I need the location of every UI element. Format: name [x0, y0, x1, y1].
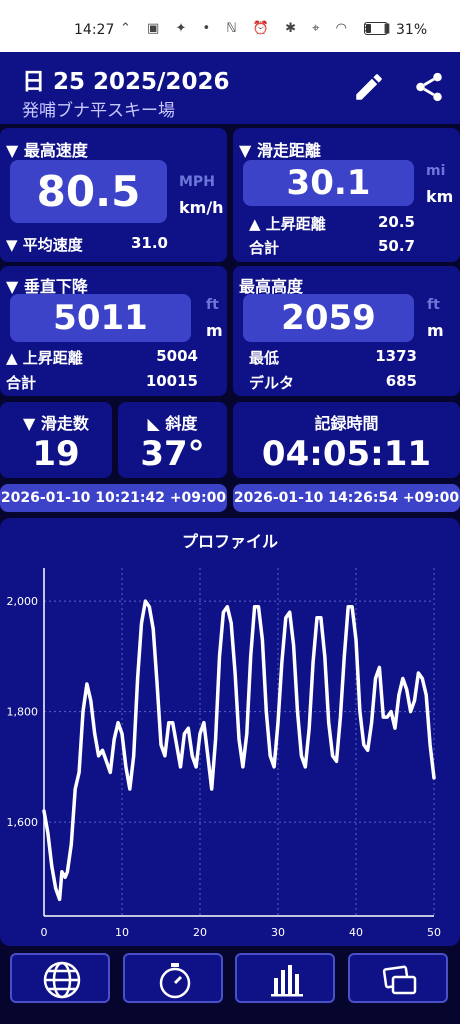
- ascent-label: ▲ 上昇距離: [249, 215, 326, 233]
- y-tick-label: 2,000: [7, 595, 39, 608]
- battery-percent: 31%: [396, 22, 428, 38]
- resort-name: 発哺ブナ平スキー場: [22, 101, 175, 121]
- avg-speed-label: ▼ 平均速度: [6, 236, 83, 254]
- slope-label: ◣ 斜度: [147, 414, 198, 433]
- vertical-descent-card[interactable]: ▼ 垂直下降 5011 ft m ▲ 上昇距離 5004 合計 10015: [0, 266, 227, 396]
- x-tick-label: 40: [349, 926, 363, 939]
- status-bar: 14:27 ⌃ ▣ ✦ • ℕ ⏰ ✱ ⌖ ◠ ⁝ ▮ 31%: [0, 0, 460, 52]
- vertical-ascent-label: ▲ 上昇距離: [6, 349, 83, 367]
- x-tick-label: 0: [41, 926, 48, 939]
- delta-label: デルタ: [249, 374, 295, 392]
- share-icon[interactable]: [412, 70, 446, 104]
- max-speed-card[interactable]: ▼ 最高速度 80.5 MPH km/h ▼ 平均速度 31.0: [0, 128, 227, 262]
- min-altitude-label: 最低: [249, 349, 280, 367]
- vertical-total-value: 10015: [145, 372, 198, 390]
- bar-chart-icon: [271, 965, 303, 997]
- unit-m[interactable]: m: [206, 321, 223, 340]
- y-tick-label: 1,600: [7, 816, 39, 829]
- avg-speed-value: 31.0: [130, 234, 168, 252]
- photos-button[interactable]: [348, 953, 448, 1003]
- vertical-descent-value: 5011: [10, 294, 191, 342]
- x-tick-label: 10: [115, 926, 129, 939]
- y-tick-label: 1,800: [7, 706, 39, 719]
- vertical-total-label: 合計: [6, 374, 37, 392]
- stats-button[interactable]: [235, 953, 335, 1003]
- x-tick-label: 20: [193, 926, 207, 939]
- unit-km[interactable]: km: [426, 187, 453, 206]
- unit-mi[interactable]: mi: [426, 163, 445, 179]
- status-time: 14:27: [74, 22, 115, 38]
- unit-ft[interactable]: ft: [427, 297, 440, 313]
- unit-m[interactable]: m: [427, 321, 444, 340]
- max-altitude-value: 2059: [243, 294, 414, 342]
- unit-mph[interactable]: MPH: [179, 174, 215, 190]
- runs-value: 19: [32, 434, 80, 474]
- record-time-label: 記録時間: [314, 414, 379, 433]
- start-time: 2026-01-10 10:21:42 +09:00: [0, 484, 227, 512]
- pencil-icon[interactable]: [352, 70, 386, 104]
- session-title: 日 25 2025/2026: [22, 69, 230, 95]
- total-value: 50.7: [377, 237, 415, 255]
- map-button[interactable]: [10, 953, 110, 1003]
- status-icons: ⌃ ▣ ✦ • ℕ ⏰ ✱ ⌖ ◠ ⁝ ▮: [120, 21, 397, 36]
- record-time-card[interactable]: 記録時間 04:05:11: [233, 402, 460, 478]
- profile-chart[interactable]: 0 10 20 30 40 50 1,600 1,800 2,000: [0, 518, 460, 946]
- vertical-ascent-value: 5004: [156, 347, 198, 365]
- profile-chart-card[interactable]: プロファイル 0 10 20 30 40 50 1,600 1,800 2,000: [0, 518, 460, 946]
- unit-kmh[interactable]: km/h: [179, 198, 224, 217]
- slope-card[interactable]: ◣ 斜度 37°: [118, 402, 227, 478]
- globe-icon: [43, 961, 81, 999]
- runs-card[interactable]: ▼ 滑走数 19: [0, 402, 112, 478]
- x-tick-label: 50: [427, 926, 441, 939]
- tracking-button[interactable]: [123, 953, 223, 1003]
- unit-ft[interactable]: ft: [206, 297, 219, 313]
- total-label: 合計: [249, 239, 280, 257]
- run-distance-value: 30.1: [243, 160, 414, 206]
- runs-label: ▼ 滑走数: [23, 414, 89, 433]
- battery-icon: [364, 22, 388, 35]
- run-distance-label: ▼ 滑走距離: [239, 141, 321, 160]
- ascent-value: 20.5: [377, 213, 415, 231]
- delta-value: 685: [385, 372, 417, 390]
- record-time-value: 04:05:11: [261, 434, 432, 474]
- max-speed-value: 80.5: [10, 160, 167, 223]
- max-altitude-card[interactable]: 最高高度 2059 ft m 最低 1373 デルタ 685: [233, 266, 460, 396]
- stopwatch-icon: [159, 963, 191, 999]
- photos-icon: [382, 965, 417, 995]
- max-speed-label: ▼ 最高速度: [6, 141, 88, 160]
- x-tick-label: 30: [271, 926, 285, 939]
- run-distance-card[interactable]: ▼ 滑走距離 30.1 mi km ▲ 上昇距離 20.5 合計 50.7: [233, 128, 460, 262]
- min-altitude-value: 1373: [375, 347, 417, 365]
- end-time: 2026-01-10 14:26:54 +09:00: [233, 484, 460, 512]
- app-header: 日 25 2025/2026 発哺ブナ平スキー場: [0, 52, 460, 124]
- slope-value: 37°: [140, 434, 205, 474]
